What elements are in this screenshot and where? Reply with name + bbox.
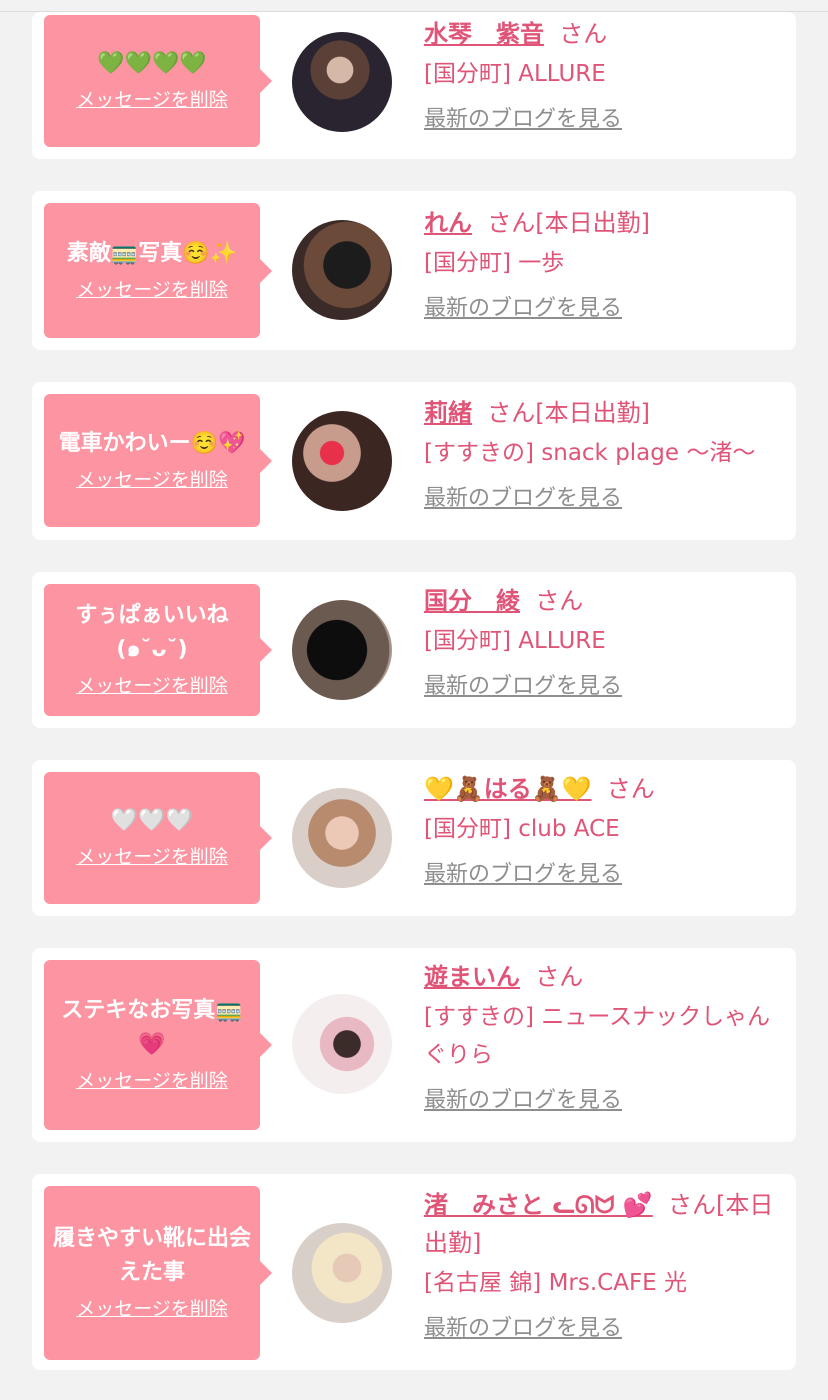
shop-text: [国分町] ALLURE	[424, 628, 606, 654]
name-line: れん さん[本日出勤]	[424, 204, 784, 242]
profile-info: 遊まいん さん [すすきの] ニュースナックしゃんぐりら 最新のブログを見る	[424, 958, 784, 1118]
delete-message-link[interactable]: メッセージを削除	[76, 842, 228, 872]
message-text: 💚💚💚💚	[97, 51, 207, 76]
name-line: 渚 みさと ᓚᘏᗢ 💕 さん[本日出勤]	[424, 1186, 784, 1262]
cast-name-link[interactable]: 遊まいん	[424, 963, 520, 991]
message-bubble: 素敵🚃写真☺️✨ メッセージを削除	[44, 203, 272, 338]
shop-text: [国分町] club ACE	[424, 816, 620, 842]
cast-name-link[interactable]: れん	[424, 209, 472, 237]
delete-message-link[interactable]: メッセージを削除	[76, 465, 228, 495]
message-card: 💚💚💚💚 メッセージを削除 水琴 紫音 さん [国分町] ALLURE 最新のブ…	[32, 12, 796, 159]
message-text: ステキなお写真🚃💗	[61, 998, 243, 1057]
avatar[interactable]	[292, 600, 392, 700]
name-suffix: さん	[559, 20, 608, 48]
latest-blog-link[interactable]: 最新のブログを見る	[424, 670, 784, 704]
message-card: ステキなお写真🚃💗 メッセージを削除 遊まいん さん [すすきの] ニュースナッ…	[32, 948, 796, 1142]
cast-name-link[interactable]: 水琴 紫音	[424, 20, 544, 48]
profile-info: 💛🧸はる🧸💛 さん [国分町] club ACE 最新のブログを見る	[424, 770, 784, 892]
cast-name-link[interactable]: 💛🧸はる🧸💛	[424, 775, 592, 803]
name-suffix: さん	[535, 963, 584, 991]
avatar[interactable]	[292, 32, 392, 132]
name-line: 💛🧸はる🧸💛 さん	[424, 770, 784, 808]
cast-name-link[interactable]: 渚 みさと ᓚᘏᗢ 💕	[424, 1191, 653, 1219]
message-text: すぅぱぁいいね(๑˘ᴗ˘)	[75, 603, 229, 662]
message-bubble: ステキなお写真🚃💗 メッセージを削除	[44, 960, 272, 1130]
name-line: 莉緒 さん[本日出勤]	[424, 394, 784, 432]
name-suffix: さん[本日出勤]	[487, 209, 650, 237]
profile-info: 水琴 紫音 さん [国分町] ALLURE 最新のブログを見る	[424, 15, 784, 137]
avatar[interactable]	[292, 1223, 392, 1323]
delete-message-link[interactable]: メッセージを削除	[76, 275, 228, 305]
latest-blog-link[interactable]: 最新のブログを見る	[424, 482, 784, 516]
message-bubble: 🤍🤍🤍 メッセージを削除	[44, 772, 272, 904]
shop-text: [国分町] 一歩	[424, 250, 565, 276]
latest-blog-link[interactable]: 最新のブログを見る	[424, 292, 784, 326]
message-card: すぅぱぁいいね(๑˘ᴗ˘) メッセージを削除 国分 綾 さん [国分町] ALL…	[32, 572, 796, 728]
avatar[interactable]	[292, 220, 392, 320]
name-line: 国分 綾 さん	[424, 582, 784, 620]
shop-text: [すすきの] ニュースナックしゃんぐりら	[424, 1004, 771, 1068]
message-text: 🤍🤍🤍	[110, 808, 194, 833]
avatar[interactable]	[292, 411, 392, 511]
message-card: 履きやすい靴に出会えた事 メッセージを削除 渚 みさと ᓚᘏᗢ 💕 さん[本日出…	[32, 1174, 796, 1370]
profile-info: 国分 綾 さん [国分町] ALLURE 最新のブログを見る	[424, 582, 784, 704]
name-line: 水琴 紫音 さん	[424, 15, 784, 53]
cast-name-link[interactable]: 国分 綾	[424, 587, 520, 615]
message-text: 履きやすい靴に出会えた事	[52, 1226, 251, 1285]
message-bubble: 電車かわいー☺️💖 メッセージを削除	[44, 394, 272, 527]
delete-message-link[interactable]: メッセージを削除	[76, 1294, 228, 1324]
message-card: 電車かわいー☺️💖 メッセージを削除 莉緒 さん[本日出勤] [すすきの] sn…	[32, 382, 796, 540]
message-card: 🤍🤍🤍 メッセージを削除 💛🧸はる🧸💛 さん [国分町] club ACE 最新…	[32, 760, 796, 916]
avatar[interactable]	[292, 994, 392, 1094]
name-suffix: さん	[535, 587, 584, 615]
message-bubble: 履きやすい靴に出会えた事 メッセージを削除	[44, 1186, 272, 1360]
name-line: 遊まいん さん	[424, 958, 784, 996]
latest-blog-link[interactable]: 最新のブログを見る	[424, 1312, 784, 1346]
avatar[interactable]	[292, 788, 392, 888]
shop-text: [名古屋 錦] Mrs.CAFE 光	[424, 1270, 688, 1296]
delete-message-link[interactable]: メッセージを削除	[76, 1066, 228, 1096]
name-suffix: さん	[606, 775, 655, 803]
message-text: 素敵🚃写真☺️✨	[66, 240, 238, 266]
latest-blog-link[interactable]: 最新のブログを見る	[424, 1084, 784, 1118]
message-bubble: すぅぱぁいいね(๑˘ᴗ˘) メッセージを削除	[44, 584, 272, 716]
profile-info: れん さん[本日出勤] [国分町] 一歩 最新のブログを見る	[424, 204, 784, 326]
name-suffix: さん[本日出勤]	[487, 399, 650, 427]
latest-blog-link[interactable]: 最新のブログを見る	[424, 858, 784, 892]
cast-name-link[interactable]: 莉緒	[424, 399, 472, 427]
profile-info: 渚 みさと ᓚᘏᗢ 💕 さん[本日出勤] [名古屋 錦] Mrs.CAFE 光 …	[424, 1186, 784, 1346]
message-card: 素敵🚃写真☺️✨ メッセージを削除 れん さん[本日出勤] [国分町] 一歩 最…	[32, 191, 796, 350]
message-bubble: 💚💚💚💚 メッセージを削除	[44, 15, 272, 147]
profile-info: 莉緒 さん[本日出勤] [すすきの] snack plage 〜渚〜 最新のブロ…	[424, 394, 784, 516]
shop-text: [国分町] ALLURE	[424, 61, 606, 87]
latest-blog-link[interactable]: 最新のブログを見る	[424, 103, 784, 137]
shop-text: [すすきの] snack plage 〜渚〜	[424, 440, 756, 466]
delete-message-link[interactable]: メッセージを削除	[76, 85, 228, 115]
delete-message-link[interactable]: メッセージを削除	[76, 671, 228, 701]
message-text: 電車かわいー☺️💖	[58, 430, 246, 456]
